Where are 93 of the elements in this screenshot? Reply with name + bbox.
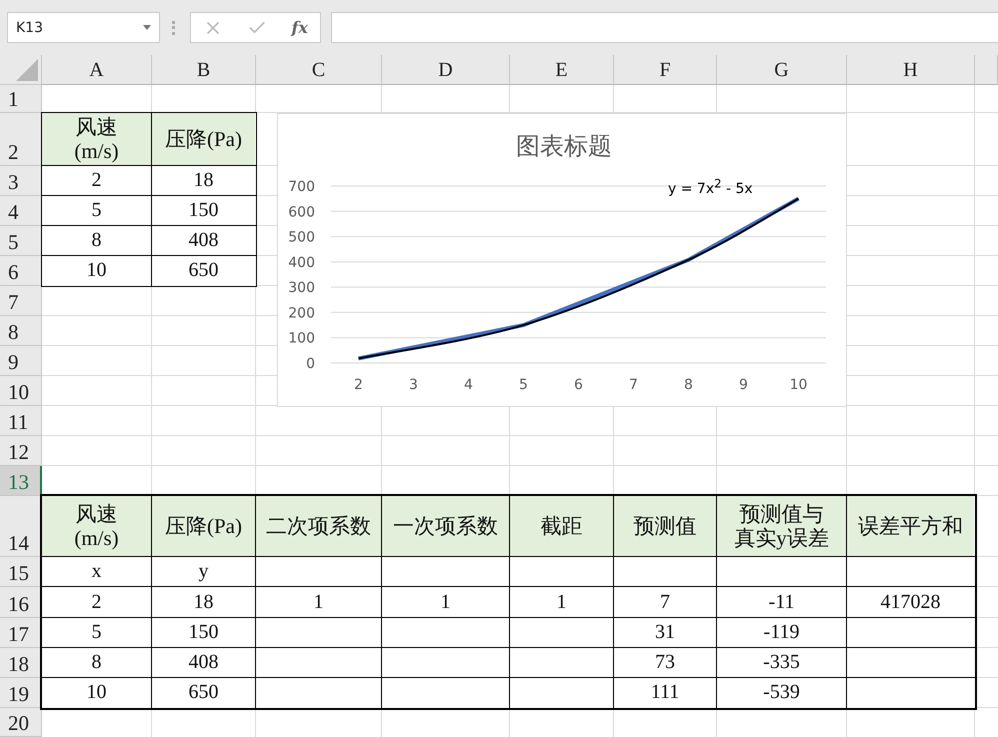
header-cell: 二次项系数	[256, 496, 381, 556]
header-cell: 压降(Pa)	[152, 496, 255, 556]
row-header[interactable]: 18	[0, 648, 42, 678]
insert-function-button[interactable]: fx	[291, 18, 308, 37]
table-cell-text: 111	[650, 680, 680, 705]
trendline-equation: y = 7x$^{2}$ - 5x	[668, 180, 753, 197]
header-cell: 截距	[510, 496, 613, 556]
row-header[interactable]: 10	[0, 376, 42, 406]
table-cell-text: 408	[188, 228, 220, 253]
row-header[interactable]: 8	[0, 316, 42, 346]
table-cell-text: 1	[312, 590, 324, 614]
table-cell-text: 10	[86, 680, 108, 705]
table-cell-text: 650	[188, 258, 220, 283]
row-header[interactable]: 13	[0, 466, 42, 496]
row-header[interactable]: 3	[0, 166, 42, 196]
row-header[interactable]: 11	[0, 406, 42, 436]
column-header[interactable]: B	[152, 55, 256, 85]
x-axis-label: 8	[684, 377, 693, 393]
x-axis-label: 6	[574, 377, 583, 393]
chart-title: 图表标题	[516, 132, 612, 160]
dropdown-caret-icon	[143, 25, 151, 30]
table-cell-text: x	[90, 559, 102, 584]
header-cell: 风速 (m/s)	[42, 113, 151, 165]
y-axis-label: 0	[306, 356, 315, 372]
table-cell-text: y	[198, 559, 210, 584]
row-header[interactable]: 20	[0, 708, 42, 737]
table-cell-text: 5	[90, 620, 102, 645]
y-axis-label: 400	[288, 254, 315, 271]
header-cell: 压降(Pa)	[152, 113, 255, 165]
table-cell-text: 1	[440, 590, 452, 614]
row-header[interactable]: 15	[0, 557, 42, 587]
column-header[interactable]: H	[847, 55, 975, 85]
header-cell: 风速 (m/s)	[42, 496, 151, 556]
column-header[interactable]: D	[382, 55, 510, 85]
table-cell-text: 2	[90, 168, 102, 193]
name-box[interactable]: K13	[7, 12, 160, 43]
row-header[interactable]: 12	[0, 436, 42, 466]
table-cell-text: 8	[90, 228, 102, 253]
row-header[interactable]: 7	[0, 286, 42, 316]
table-cell-text: 7	[659, 590, 671, 614]
table-cell-text: 408	[188, 650, 220, 675]
row-header[interactable]: 4	[0, 196, 42, 226]
y-axis-label: 100	[288, 330, 315, 347]
column-header[interactable]: G	[717, 55, 847, 85]
y-axis-label: 600	[288, 204, 315, 220]
row-header[interactable]: 19	[0, 678, 42, 708]
x-axis-label: 3	[409, 377, 418, 393]
y-axis-label: 500	[288, 230, 315, 246]
column-header[interactable]: E	[510, 55, 614, 85]
row-header[interactable]: 17	[0, 618, 42, 648]
x-axis-label: 9	[739, 377, 748, 393]
header-cell: 一次项系数	[382, 496, 509, 556]
column-header[interactable]	[975, 55, 998, 85]
formula-bar-input[interactable]	[331, 12, 998, 43]
column-header[interactable]: C	[256, 55, 382, 85]
row-header[interactable]: 9	[0, 346, 42, 376]
row-header[interactable]: 14	[0, 496, 42, 557]
table-cell-text: 73	[654, 650, 676, 675]
row-header[interactable]: 5	[0, 226, 42, 256]
y-axis-label: 300	[288, 280, 315, 296]
table-cell-text: -335	[762, 650, 801, 675]
x-axis-label: 7	[629, 377, 638, 393]
row-header[interactable]: 6	[0, 256, 42, 286]
column-header[interactable]: A	[42, 55, 152, 85]
row-header[interactable]: 1	[0, 85, 42, 113]
column-header[interactable]: F	[614, 55, 717, 85]
x-axis-label: 5	[519, 377, 528, 393]
row-header[interactable]: 2	[0, 113, 42, 166]
table-cell-text: 2	[90, 590, 102, 614]
header-cell: 预测值与真实y误差	[717, 496, 846, 556]
table-cell-text: 5	[90, 198, 102, 223]
x-axis-label: 2	[354, 377, 363, 393]
x-axis-label: 10	[790, 377, 808, 393]
table-cell-text: 10	[86, 258, 108, 283]
y-axis-label: 700	[288, 179, 315, 195]
table-cell-text: 650	[188, 680, 220, 705]
table-cell-text: -11	[768, 590, 796, 614]
header-cell: 误差平方和	[847, 496, 974, 556]
table-cell-text: 18	[192, 168, 214, 193]
table-cell-text: -539	[762, 680, 801, 705]
header-cell: 预测值	[614, 496, 716, 556]
y-axis-label: 200	[288, 305, 315, 322]
table-cell-text: 150	[188, 620, 220, 645]
table-cell-text: 8	[90, 650, 102, 675]
row-header[interactable]: 16	[0, 587, 42, 618]
table-cell-text: 150	[188, 198, 220, 223]
table-cell-text: 1	[556, 590, 568, 614]
grip-icon	[172, 20, 178, 34]
x-axis-label: 4	[464, 377, 473, 393]
table-cell-text: 18	[192, 590, 214, 614]
table-cell-text: 417028	[880, 590, 942, 614]
table-cell-text: -119	[762, 620, 800, 645]
table-cell-text: 31	[654, 620, 676, 645]
